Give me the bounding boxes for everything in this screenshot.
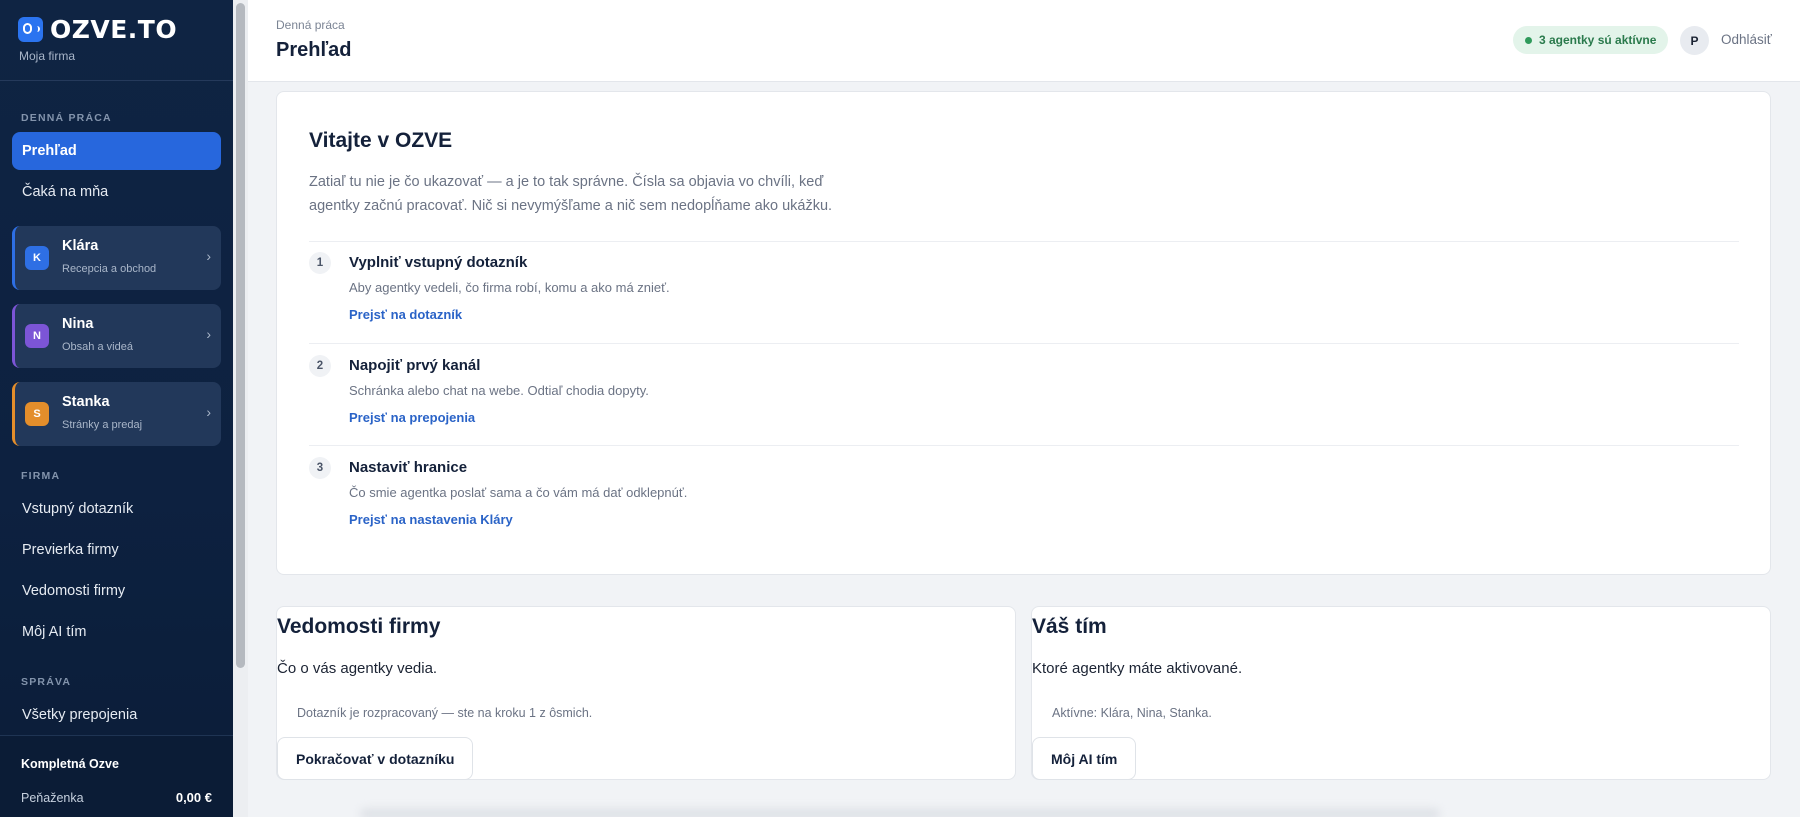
agent-role: Obsah a videá <box>62 341 133 353</box>
status-dot-icon <box>1525 36 1532 44</box>
divider <box>309 343 1739 344</box>
agent-card-nina[interactable]: N Nina Obsah a videá › <box>12 304 221 368</box>
logout-link[interactable]: Odhlásiť <box>1721 32 1772 47</box>
continue-questionnaire-button[interactable]: Pokračovať v dotazníku <box>277 737 474 780</box>
step-title: Napojiť prvý kanál <box>349 357 481 374</box>
card-subtitle: Ktoré agentky máte aktivované. <box>1032 660 1243 677</box>
step-link-nastavenia-klary[interactable]: Prejsť na nastavenia Kláry <box>349 512 513 527</box>
sidebar: OZVE.TO Moja firma DENNÁ PRÁCA Prehľad Č… <box>0 0 233 817</box>
chat-bubble-icon <box>18 16 43 42</box>
breadcrumb[interactable]: Denná práca <box>276 18 345 32</box>
my-ai-team-button[interactable]: Môj AI tím <box>1032 737 1137 780</box>
wallet-label: Peňaženka <box>21 791 84 805</box>
sidebar-item-vstupny-dotaznik[interactable]: Vstupný dotazník <box>12 490 221 528</box>
brand-subtitle: Moja firma <box>19 49 76 63</box>
chevron-right-icon: › <box>206 404 211 420</box>
section-firm: FIRMA <box>21 470 61 482</box>
sidebar-item-vedomosti-firmy[interactable]: Vedomosti firmy <box>12 572 221 610</box>
agent-avatar: S <box>25 402 49 426</box>
chevron-right-icon: › <box>206 326 211 342</box>
sidebar-item-moj-ai-tim[interactable]: Môj AI tím <box>12 613 221 651</box>
brand-logo[interactable]: OZVE.TO <box>18 14 177 44</box>
brand-name: OZVE.TO <box>50 14 178 44</box>
agent-card-stanka[interactable]: S Stanka Stránky a predaj › <box>12 382 221 446</box>
step-description: Schránka alebo chat na webe. Odtiaľ chod… <box>349 383 649 398</box>
step-link-dotaznik[interactable]: Prejsť na dotazník <box>349 307 462 322</box>
step-number: 1 <box>309 252 331 274</box>
agent-role: Stránky a predaj <box>62 419 143 431</box>
sidebar-item-vsetky-prepojenia[interactable]: Všetky prepojenia <box>12 696 221 734</box>
scroll-shadow <box>360 808 1440 817</box>
step-title: Vyplniť vstupný dotazník <box>349 254 528 271</box>
section-daily-work: DENNÁ PRÁCA <box>21 112 112 124</box>
section-admin: SPRÁVA <box>21 676 72 688</box>
team-card: Váš tím Ktoré agentky máte aktivované. A… <box>1031 606 1771 780</box>
agent-card-klara[interactable]: K Klára Recepcia a obchod › <box>12 226 221 290</box>
card-note: Aktívne: Klára, Nina, Stanka. <box>1052 706 1212 720</box>
avatar[interactable]: P <box>1680 26 1709 55</box>
welcome-title: Vitajte v OZVE <box>309 129 453 152</box>
chevron-right-icon: › <box>206 248 211 264</box>
knowledge-card: Vedomosti firmy Čo o vás agentky vedia. … <box>276 606 1016 780</box>
step-number: 2 <box>309 355 331 377</box>
step-description: Čo smie agentka poslať sama a čo vám má … <box>349 485 688 500</box>
sidebar-item-prehlad[interactable]: Prehľad <box>12 132 221 170</box>
onboarding-step: 3 Nastaviť hranice Čo smie agentka posla… <box>309 447 1709 537</box>
page-title: Prehľad <box>276 39 352 61</box>
onboarding-step: 1 Vyplniť vstupný dotazník Aby agentky v… <box>309 242 1709 332</box>
status-badge: 3 agentky sú aktívne <box>1513 26 1669 54</box>
divider <box>309 445 1739 446</box>
sidebar-item-caka-na-mna[interactable]: Čaká na mňa <box>12 173 221 211</box>
welcome-text: Zatiaľ tu nie je čo ukazovať — a je to t… <box>309 174 833 214</box>
card-note: Dotazník je rozpracovaný — ste na kroku … <box>297 706 593 720</box>
status-text: 3 agentky sú aktívne <box>1539 33 1657 47</box>
agent-avatar: K <box>25 246 49 270</box>
main-scrollbar[interactable] <box>1784 82 1800 817</box>
wallet-balance: 0,00 € <box>175 790 212 805</box>
welcome-card: Vitajte v OZVE Zatiaľ tu nie je čo ukazo… <box>276 91 1771 575</box>
plan-name: Kompletná Ozve <box>21 757 119 771</box>
onboarding-step: 2 Napojiť prvý kanál Schránka alebo chat… <box>309 345 1709 435</box>
sidebar-item-previerka-firmy[interactable]: Previerka firmy <box>12 531 221 569</box>
scrollbar-thumb[interactable] <box>236 3 245 668</box>
top-header: Denná práca Prehľad 3 agentky sú aktívne… <box>248 0 1800 82</box>
sidebar-footer: Kompletná Ozve Peňaženka 0,00 € <box>0 735 233 817</box>
agent-name: Klára <box>62 238 99 254</box>
sidebar-scrollbar[interactable] <box>233 0 248 817</box>
card-title: Váš tím <box>1032 615 1107 638</box>
agent-name: Stanka <box>62 394 110 410</box>
step-number: 3 <box>309 457 331 479</box>
step-title: Nastaviť hranice <box>349 459 468 476</box>
step-link-prepojenia[interactable]: Prejsť na prepojenia <box>349 410 475 425</box>
card-subtitle: Čo o vás agentky vedia. <box>277 660 438 677</box>
sidebar-divider <box>0 80 233 81</box>
agent-name: Nina <box>62 316 94 332</box>
card-title: Vedomosti firmy <box>277 615 441 638</box>
agent-role: Recepcia a obchod <box>62 263 157 275</box>
agent-avatar: N <box>25 324 49 348</box>
step-description: Aby agentky vedeli, čo firma robí, komu … <box>349 280 670 295</box>
